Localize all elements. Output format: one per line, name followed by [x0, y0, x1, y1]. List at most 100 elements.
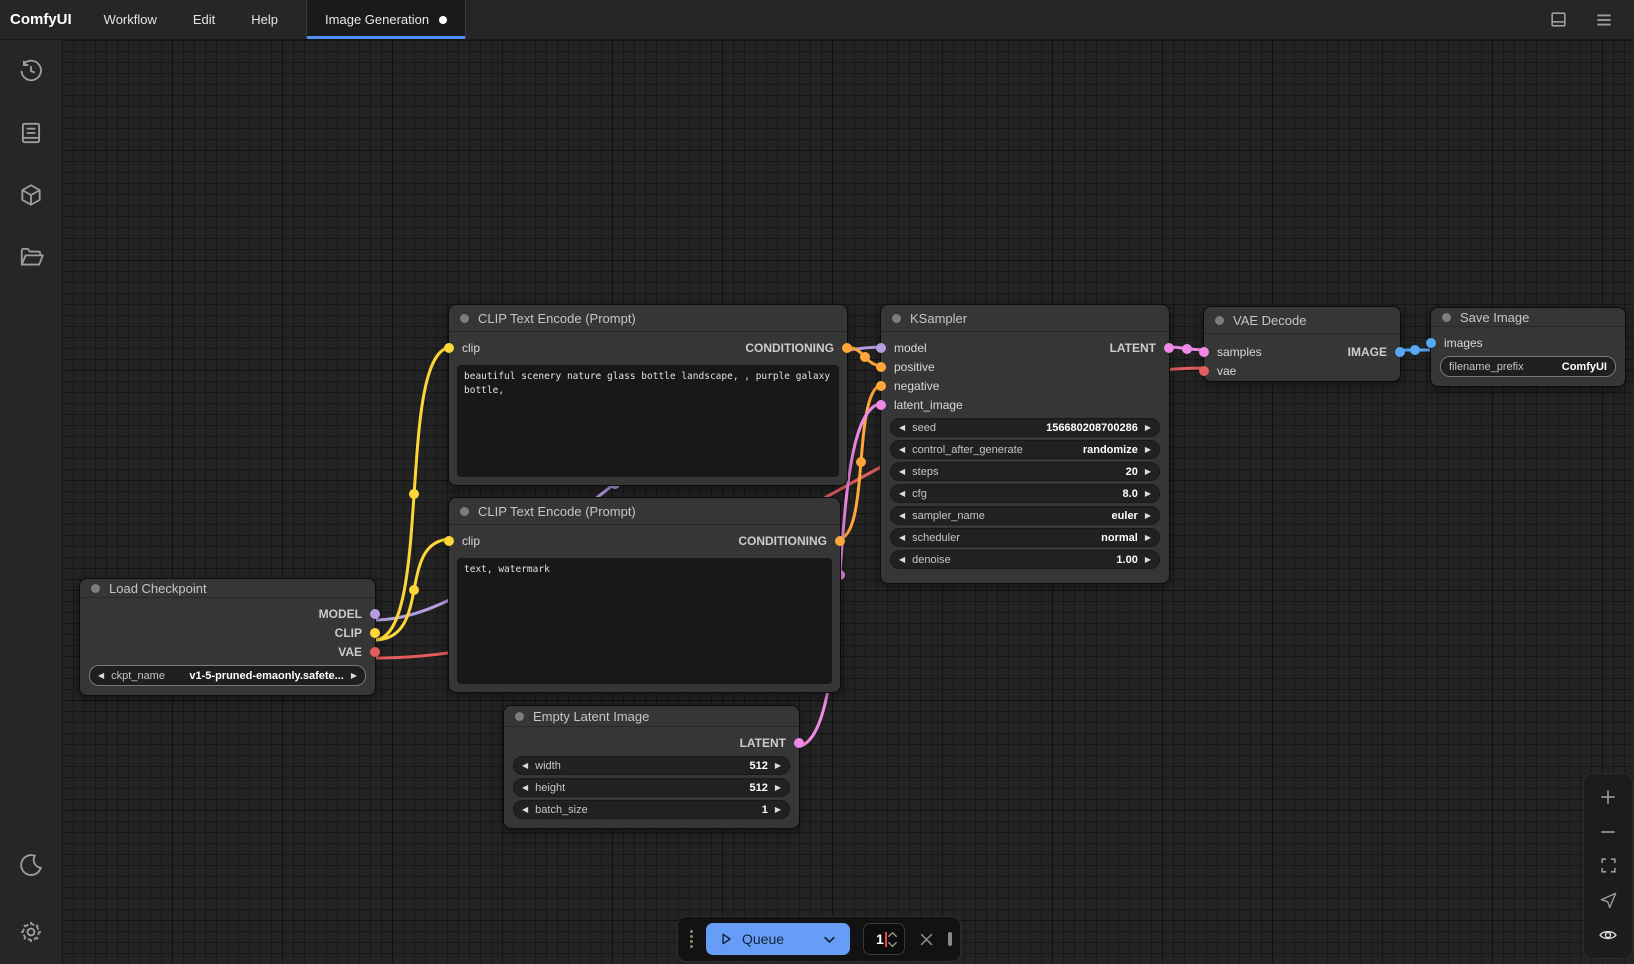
hamburger-menu-icon[interactable] — [1594, 10, 1614, 30]
settings-gear-icon[interactable] — [18, 919, 44, 945]
zoom-in-icon[interactable] — [1591, 782, 1625, 812]
next-value-icon[interactable]: ▶ — [1145, 512, 1151, 520]
next-value-icon[interactable]: ▶ — [1145, 534, 1151, 542]
node-clip-text-encode-positive[interactable]: CLIP Text Encode (Prompt) clip CONDITION… — [448, 304, 848, 486]
prev-value-icon[interactable]: ◀ — [899, 490, 905, 498]
widget-ckpt-name[interactable]: ◀ ckpt_name v1-5-pruned-emaonly.safete..… — [89, 665, 366, 686]
prev-value-icon[interactable]: ◀ — [98, 672, 104, 680]
widget-seed[interactable]: ◀ seed 156680208700286 ▶ — [890, 418, 1160, 437]
node-header[interactable]: CLIP Text Encode (Prompt) — [449, 498, 840, 525]
node-clip-text-encode-negative[interactable]: CLIP Text Encode (Prompt) clip CONDITION… — [448, 497, 841, 693]
menu-workflow[interactable]: Workflow — [86, 0, 175, 39]
next-value-icon[interactable]: ▶ — [1145, 424, 1151, 432]
widget-batch-size[interactable]: ◀ batch_size 1 ▶ — [513, 800, 790, 819]
next-value-icon[interactable]: ▶ — [775, 784, 781, 792]
output-slot-conditioning[interactable] — [835, 536, 845, 546]
play-icon — [719, 932, 733, 946]
output-slot-model[interactable] — [370, 609, 380, 619]
widget-height[interactable]: ◀ height 512 ▶ — [513, 778, 790, 797]
menu-help[interactable]: Help — [233, 0, 296, 39]
batch-count-input[interactable]: 1 — [863, 923, 905, 955]
node-title: Load Checkpoint — [109, 581, 207, 596]
next-value-icon[interactable]: ▶ — [1145, 490, 1151, 498]
node-library-icon[interactable] — [18, 120, 44, 146]
input-slot-latent-image[interactable] — [876, 400, 886, 410]
node-empty-latent-image[interactable]: Empty Latent Image LATENT ◀ width 512 ▶ … — [503, 705, 800, 829]
history-icon[interactable] — [18, 58, 44, 84]
stop-icon[interactable] — [948, 932, 952, 946]
prev-value-icon[interactable]: ◀ — [899, 556, 905, 564]
input-slot-samples[interactable] — [1199, 347, 1209, 357]
prev-value-icon[interactable]: ◀ — [522, 806, 528, 814]
output-slot-vae[interactable] — [370, 647, 380, 657]
output-label-vae: VAE — [338, 645, 362, 659]
bottom-panel-toggle-icon[interactable] — [1549, 10, 1568, 29]
input-slot-positive[interactable] — [876, 362, 886, 372]
positive-prompt-textarea[interactable]: beautiful scenery nature glass bottle la… — [457, 365, 839, 477]
prev-value-icon[interactable]: ◀ — [899, 446, 905, 454]
widget-control-after-generate[interactable]: ◀ control_after_generate randomize ▶ — [890, 440, 1160, 459]
negative-prompt-textarea[interactable]: text, watermark — [457, 558, 832, 684]
next-value-icon[interactable]: ▶ — [775, 762, 781, 770]
widget-scheduler[interactable]: ◀ scheduler normal ▶ — [890, 528, 1160, 547]
node-header[interactable]: CLIP Text Encode (Prompt) — [449, 305, 847, 332]
widget-width[interactable]: ◀ width 512 ▶ — [513, 756, 790, 775]
input-slot-clip[interactable] — [444, 343, 454, 353]
prev-value-icon[interactable]: ◀ — [899, 424, 905, 432]
node-status-dot — [892, 314, 901, 323]
node-header[interactable]: VAE Decode — [1204, 307, 1400, 334]
node-save-image[interactable]: Save Image images filename_prefix ComfyU… — [1430, 307, 1626, 387]
drag-handle[interactable] — [690, 930, 693, 948]
prev-value-icon[interactable]: ◀ — [522, 784, 528, 792]
output-slot-clip[interactable] — [370, 628, 380, 638]
output-slot-conditioning[interactable] — [842, 343, 852, 353]
workflows-folder-icon[interactable] — [18, 244, 44, 270]
node-ksampler[interactable]: KSampler model LATENT positive negative … — [880, 304, 1170, 584]
queue-button[interactable]: Queue — [706, 923, 850, 955]
node-header[interactable]: Save Image — [1431, 308, 1625, 327]
output-slot-latent[interactable] — [794, 738, 804, 748]
node-header[interactable]: Empty Latent Image — [504, 706, 799, 727]
next-value-icon[interactable]: ▶ — [1145, 446, 1151, 454]
clear-queue-icon[interactable] — [918, 931, 935, 948]
input-slot-clip[interactable] — [444, 536, 454, 546]
increment-icon[interactable] — [887, 931, 898, 938]
prev-value-icon[interactable]: ◀ — [899, 468, 905, 476]
widget-filename-prefix[interactable]: filename_prefix ComfyUI — [1440, 356, 1616, 377]
next-value-icon[interactable]: ▶ — [775, 806, 781, 814]
prev-value-icon[interactable]: ◀ — [522, 762, 528, 770]
next-value-icon[interactable]: ▶ — [1145, 556, 1151, 564]
widget-cfg[interactable]: ◀ cfg 8.0 ▶ — [890, 484, 1160, 503]
node-vae-decode[interactable]: VAE Decode samples IMAGE vae — [1203, 306, 1401, 382]
widget-sampler-name[interactable]: ◀ sampler_name euler ▶ — [890, 506, 1160, 525]
next-value-icon[interactable]: ▶ — [351, 672, 357, 680]
widget-steps[interactable]: ◀ steps 20 ▶ — [890, 462, 1160, 481]
prev-value-icon[interactable]: ◀ — [899, 512, 905, 520]
node-graph-canvas[interactable]: Load Checkpoint MODEL CLIP VAE ◀ ckpt_na… — [62, 40, 1634, 964]
node-header[interactable]: KSampler — [881, 305, 1169, 332]
node-title: Save Image — [1460, 310, 1529, 325]
select-mode-icon[interactable] — [1591, 885, 1625, 915]
node-load-checkpoint[interactable]: Load Checkpoint MODEL CLIP VAE ◀ ckpt_na… — [79, 578, 376, 696]
unsaved-indicator-dot[interactable] — [439, 16, 447, 24]
widget-denoise[interactable]: ◀ denoise 1.00 ▶ — [890, 550, 1160, 569]
input-label-clip: clip — [462, 534, 480, 548]
input-slot-images[interactable] — [1426, 338, 1436, 348]
tab-image-generation[interactable]: Image Generation — [306, 0, 466, 39]
fit-view-icon[interactable] — [1591, 851, 1625, 881]
output-slot-latent[interactable] — [1164, 343, 1174, 353]
node-title: Empty Latent Image — [533, 709, 649, 724]
toggle-link-visibility-icon[interactable] — [1591, 920, 1625, 950]
theme-moon-icon[interactable] — [18, 852, 44, 878]
input-slot-model[interactable] — [876, 343, 886, 353]
menu-edit[interactable]: Edit — [175, 0, 233, 39]
decrement-icon[interactable] — [887, 941, 898, 948]
input-slot-vae[interactable] — [1199, 366, 1209, 376]
zoom-out-icon[interactable] — [1591, 817, 1625, 847]
prev-value-icon[interactable]: ◀ — [899, 534, 905, 542]
model-library-icon[interactable] — [18, 182, 44, 208]
node-header[interactable]: Load Checkpoint — [80, 579, 375, 598]
next-value-icon[interactable]: ▶ — [1145, 468, 1151, 476]
input-slot-negative[interactable] — [876, 381, 886, 391]
output-slot-image[interactable] — [1395, 347, 1405, 357]
